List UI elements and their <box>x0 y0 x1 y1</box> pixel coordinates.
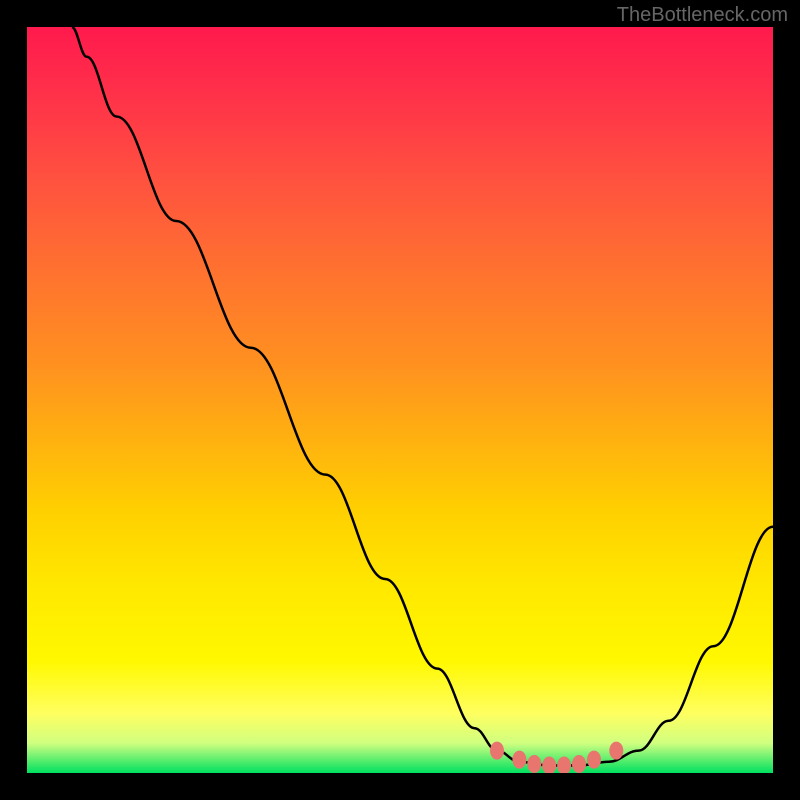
highlight-dot <box>587 751 601 769</box>
highlight-dot <box>527 755 541 773</box>
highlight-dot <box>512 751 526 769</box>
highlight-dot <box>557 757 571 774</box>
bottleneck-curve <box>72 27 773 766</box>
plot-area <box>27 27 773 773</box>
highlight-dot <box>542 757 556 774</box>
watermark-text: TheBottleneck.com <box>617 4 788 27</box>
highlight-dot <box>490 742 504 760</box>
chart-svg <box>27 27 773 773</box>
highlight-dot <box>609 742 623 760</box>
highlight-dot <box>572 755 586 773</box>
